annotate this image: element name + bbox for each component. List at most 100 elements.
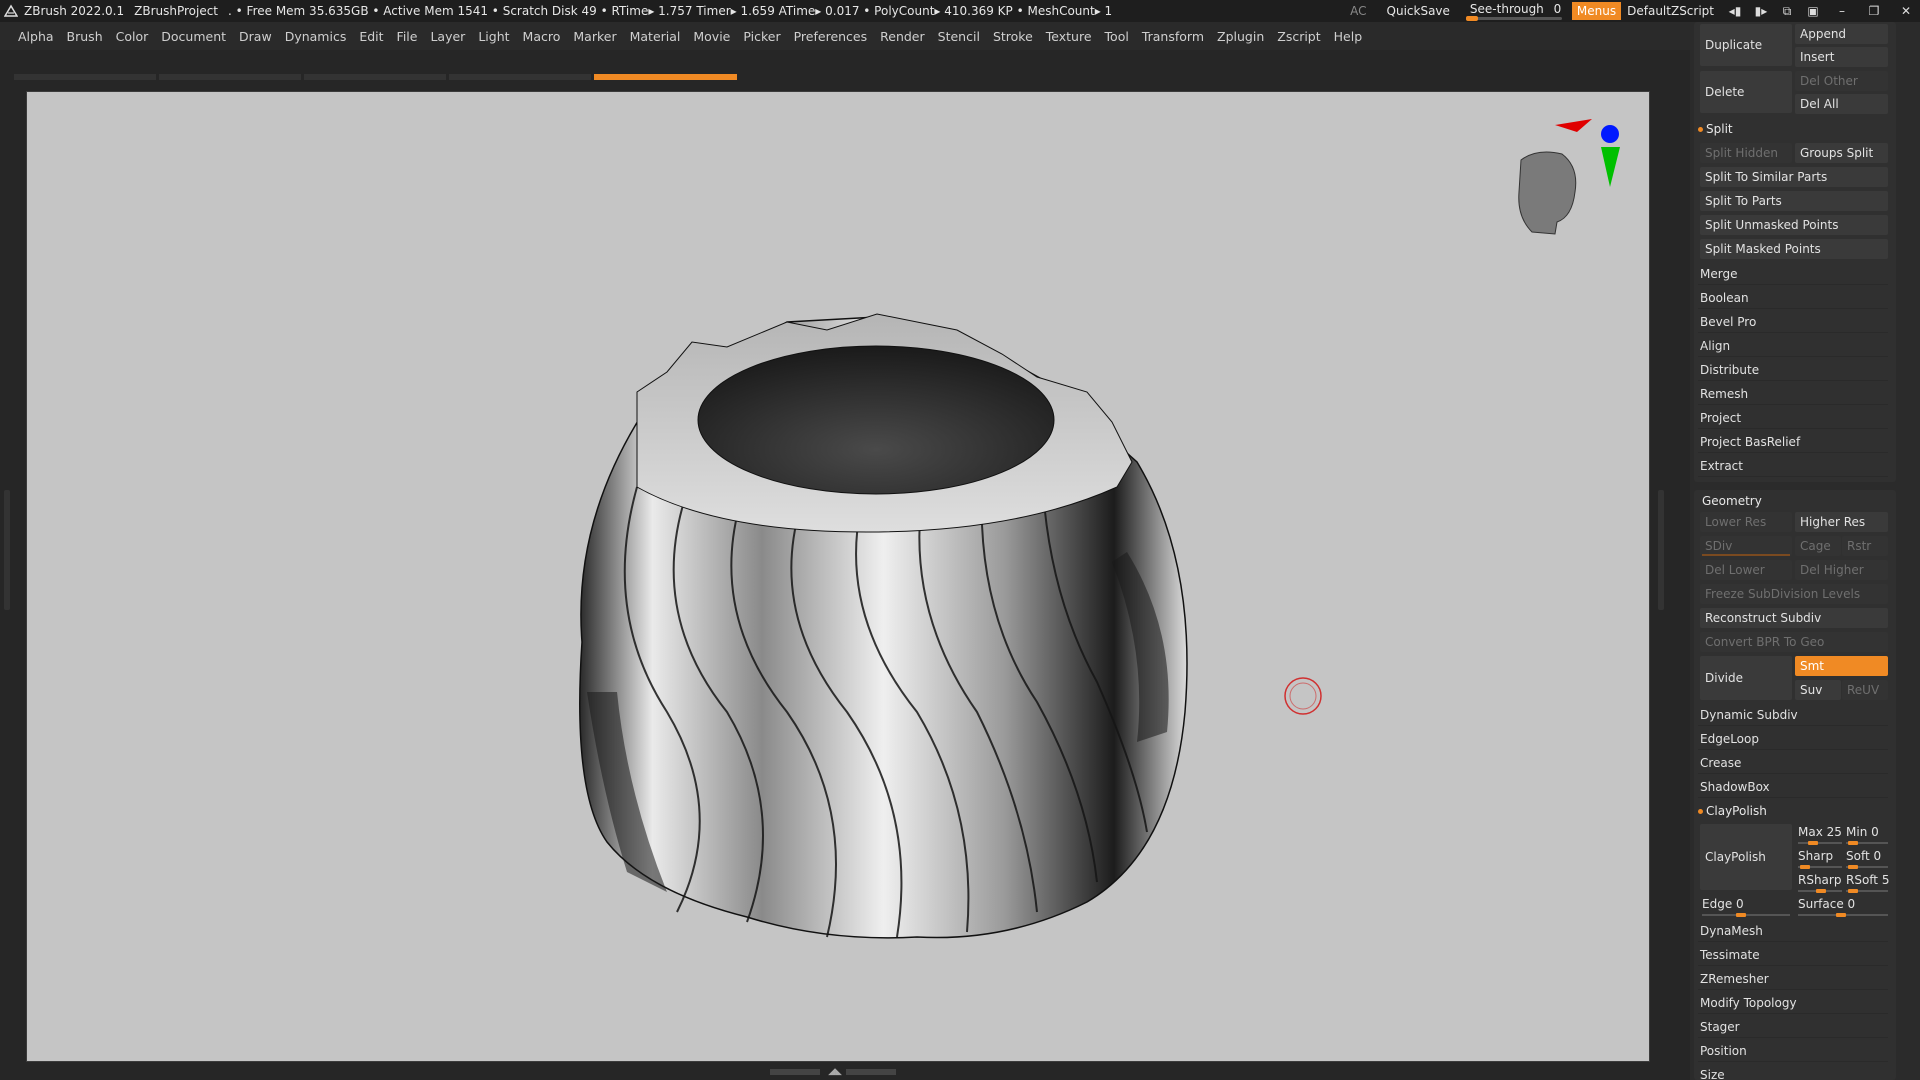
menu-file[interactable]: File bbox=[397, 29, 418, 44]
menus-button[interactable]: Menus bbox=[1571, 2, 1622, 20]
menu-stencil[interactable]: Stencil bbox=[938, 29, 980, 44]
menu-draw[interactable]: Draw bbox=[239, 29, 272, 44]
dynamesh-section[interactable]: DynaMesh bbox=[1698, 920, 1888, 942]
crease-section[interactable]: Crease bbox=[1698, 752, 1888, 774]
surface-slider[interactable]: Surface 0 bbox=[1798, 896, 1855, 912]
rsoft-slider[interactable]: RSoft 5 bbox=[1846, 872, 1889, 888]
project-basrelief-section[interactable]: Project BasRelief bbox=[1698, 431, 1888, 453]
split-hidden-button[interactable]: Split Hidden bbox=[1700, 143, 1792, 163]
split-masked-button[interactable]: Split Masked Points bbox=[1700, 239, 1888, 259]
split-unmasked-button[interactable]: Split Unmasked Points bbox=[1700, 215, 1888, 235]
menu-macro[interactable]: Macro bbox=[523, 29, 561, 44]
geometry-header[interactable]: Geometry bbox=[1702, 492, 1762, 510]
rstr-button[interactable]: Rstr bbox=[1842, 536, 1888, 556]
restore-icon[interactable]: ❐ bbox=[1860, 2, 1888, 20]
see-through-knob[interactable] bbox=[1465, 16, 1478, 21]
split-to-parts-button[interactable]: Split To Parts bbox=[1700, 191, 1888, 211]
menu-layer[interactable]: Layer bbox=[430, 29, 465, 44]
menu-transform[interactable]: Transform bbox=[1142, 29, 1204, 44]
smt-toggle[interactable]: Smt bbox=[1795, 656, 1888, 676]
close-icon[interactable]: ✕ bbox=[1892, 2, 1920, 20]
menu-movie[interactable]: Movie bbox=[693, 29, 730, 44]
menu-render[interactable]: Render bbox=[880, 29, 925, 44]
freeze-subdiv-button[interactable]: Freeze SubDivision Levels bbox=[1700, 584, 1888, 604]
menu-color[interactable]: Color bbox=[116, 29, 149, 44]
menu-marker[interactable]: Marker bbox=[573, 29, 616, 44]
tab-4[interactable] bbox=[449, 74, 591, 80]
menu-stroke[interactable]: Stroke bbox=[993, 29, 1033, 44]
del-lower-button[interactable]: Del Lower bbox=[1700, 560, 1792, 580]
cage-button[interactable]: Cage bbox=[1795, 536, 1841, 556]
menu-light[interactable]: Light bbox=[478, 29, 509, 44]
navigation-gizmo[interactable] bbox=[1518, 119, 1620, 235]
insert-button[interactable]: Insert bbox=[1795, 47, 1888, 67]
menu-preferences[interactable]: Preferences bbox=[794, 29, 868, 44]
menu-material[interactable]: Material bbox=[630, 29, 681, 44]
layout-next-icon[interactable]: ▮▸ bbox=[1750, 2, 1772, 20]
tab-5-active[interactable] bbox=[594, 74, 737, 80]
higher-res-button[interactable]: Higher Res bbox=[1795, 512, 1888, 532]
reuv-button[interactable]: ReUV bbox=[1842, 680, 1888, 700]
merge-section[interactable]: Merge bbox=[1698, 263, 1888, 285]
window-layout-icon[interactable]: ⧉ bbox=[1776, 2, 1798, 20]
bevel-pro-section[interactable]: Bevel Pro bbox=[1698, 311, 1888, 333]
edgeloop-section[interactable]: EdgeLoop bbox=[1698, 728, 1888, 750]
default-zscript-button[interactable]: DefaultZScript bbox=[1627, 4, 1714, 18]
del-other-button[interactable]: Del Other bbox=[1795, 71, 1888, 91]
menu-edit[interactable]: Edit bbox=[359, 29, 383, 44]
sdiv-slider[interactable]: SDiv bbox=[1700, 536, 1792, 556]
shadowbox-section[interactable]: ShadowBox bbox=[1698, 776, 1888, 798]
split-header[interactable]: Split bbox=[1698, 120, 1733, 138]
menu-dynamics[interactable]: Dynamics bbox=[285, 29, 347, 44]
minimize-icon[interactable]: – bbox=[1828, 2, 1856, 20]
del-higher-button[interactable]: Del Higher bbox=[1795, 560, 1888, 580]
right-tray-handle[interactable] bbox=[1658, 490, 1664, 610]
tab-1[interactable] bbox=[14, 74, 156, 80]
max-slider[interactable]: Max 25 bbox=[1798, 824, 1842, 840]
modify-topology-section[interactable]: Modify Topology bbox=[1698, 992, 1888, 1014]
distribute-section[interactable]: Distribute bbox=[1698, 359, 1888, 381]
see-through-slider[interactable]: See-through 0 bbox=[1462, 2, 1566, 21]
ui-layout-icon[interactable]: ▣ bbox=[1802, 2, 1824, 20]
claypolish-button[interactable]: ClayPolish bbox=[1700, 824, 1792, 890]
rsharp-slider[interactable]: RSharp bbox=[1798, 872, 1841, 888]
menu-brush[interactable]: Brush bbox=[67, 29, 103, 44]
convert-bpr-button[interactable]: Convert BPR To Geo bbox=[1700, 632, 1888, 652]
size-section[interactable]: Size bbox=[1698, 1064, 1888, 1080]
del-all-button[interactable]: Del All bbox=[1795, 94, 1888, 114]
position-section[interactable]: Position bbox=[1698, 1040, 1888, 1062]
stager-section[interactable]: Stager bbox=[1698, 1016, 1888, 1038]
menu-texture[interactable]: Texture bbox=[1046, 29, 1092, 44]
menu-tool[interactable]: Tool bbox=[1105, 29, 1129, 44]
remesh-section[interactable]: Remesh bbox=[1698, 383, 1888, 405]
reconstruct-subdiv-button[interactable]: Reconstruct Subdiv bbox=[1700, 608, 1888, 628]
align-section[interactable]: Align bbox=[1698, 335, 1888, 357]
menu-zplugin[interactable]: Zplugin bbox=[1217, 29, 1264, 44]
left-tray-handle[interactable] bbox=[4, 490, 10, 610]
menu-picker[interactable]: Picker bbox=[743, 29, 780, 44]
project-section[interactable]: Project bbox=[1698, 407, 1888, 429]
extract-section[interactable]: Extract bbox=[1698, 455, 1888, 477]
dynamic-subdiv-section[interactable]: Dynamic Subdiv bbox=[1698, 704, 1888, 726]
ac-label[interactable]: AC bbox=[1350, 4, 1366, 18]
quicksave-button[interactable]: QuickSave bbox=[1387, 4, 1450, 18]
sharp-slider[interactable]: Sharp bbox=[1798, 848, 1833, 864]
menu-help[interactable]: Help bbox=[1334, 29, 1363, 44]
zremesher-section[interactable]: ZRemesher bbox=[1698, 968, 1888, 990]
soft-slider[interactable]: Soft 0 bbox=[1846, 848, 1881, 864]
menu-alpha[interactable]: Alpha bbox=[18, 29, 54, 44]
tessimate-section[interactable]: Tessimate bbox=[1698, 944, 1888, 966]
delete-button[interactable]: Delete bbox=[1700, 71, 1792, 113]
boolean-section[interactable]: Boolean bbox=[1698, 287, 1888, 309]
tab-2[interactable] bbox=[159, 74, 301, 80]
menu-document[interactable]: Document bbox=[161, 29, 226, 44]
bottom-tray-handle[interactable]: ◢◣ bbox=[770, 1068, 900, 1077]
divide-button[interactable]: Divide bbox=[1700, 656, 1792, 700]
min-slider[interactable]: Min 0 bbox=[1846, 824, 1879, 840]
groups-split-button[interactable]: Groups Split bbox=[1795, 143, 1888, 163]
layout-prev-icon[interactable]: ◂▮ bbox=[1724, 2, 1746, 20]
split-similar-parts-button[interactable]: Split To Similar Parts bbox=[1700, 167, 1888, 187]
expand-arrows-icon[interactable]: ◢◣ bbox=[824, 1068, 846, 1077]
menu-zscript[interactable]: Zscript bbox=[1277, 29, 1320, 44]
append-button[interactable]: Append bbox=[1795, 24, 1888, 44]
